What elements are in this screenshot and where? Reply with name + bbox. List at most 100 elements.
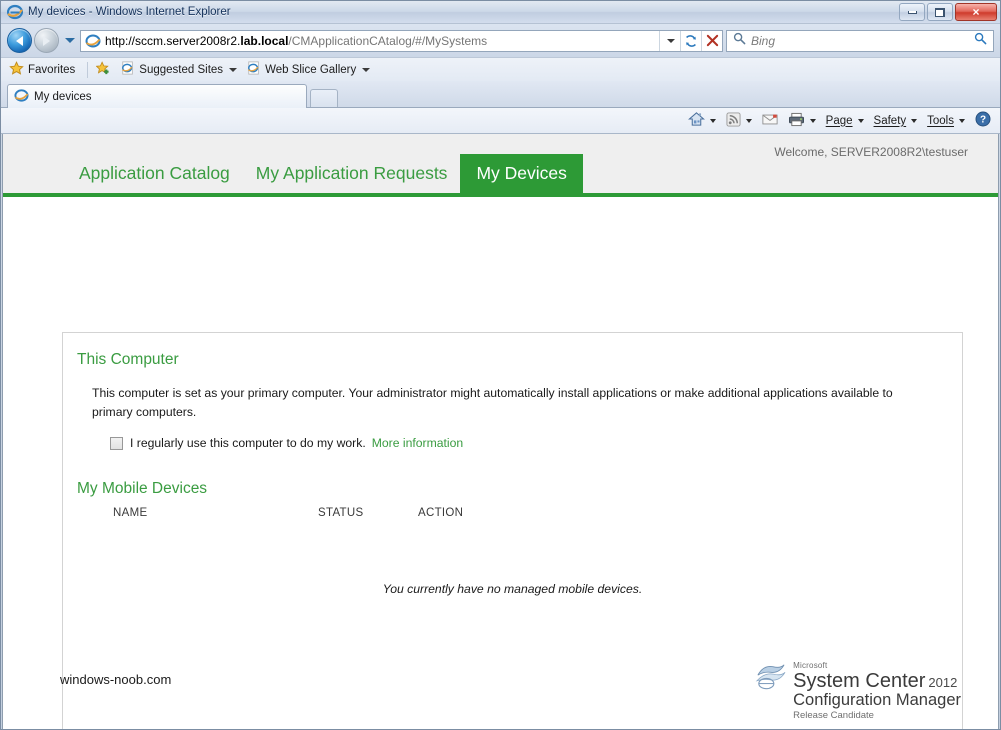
home-icon — [687, 111, 705, 130]
navigation-bar: http://sccm.server2008r2.lab.local/CMApp… — [1, 24, 1000, 57]
safety-menu-label: Safety — [873, 114, 907, 127]
chevron-down-icon — [745, 118, 752, 123]
back-arrow-icon — [16, 35, 23, 46]
more-information-link[interactable]: More information — [372, 436, 463, 450]
address-dropdown-button[interactable] — [659, 30, 680, 51]
browser-tab-label: My devices — [34, 90, 92, 103]
chevron-down-icon — [809, 118, 816, 123]
browser-window: My devices - Windows Internet Explorer × — [0, 0, 1001, 730]
back-button[interactable] — [7, 28, 32, 53]
tab-label: Application Catalog — [79, 162, 230, 183]
restore-button[interactable] — [927, 3, 953, 21]
suggested-sites-button[interactable]: Suggested Sites — [121, 61, 238, 78]
chevron-down-icon — [959, 118, 965, 123]
forward-button[interactable] — [34, 28, 59, 53]
web-slice-gallery-button[interactable]: Web Slice Gallery — [247, 61, 371, 78]
tab-my-application-requests[interactable]: My Application Requests — [243, 154, 461, 193]
close-button[interactable]: × — [955, 3, 997, 21]
brand-line-1: System Center — [793, 670, 926, 692]
title-bar: My devices - Windows Internet Explorer × — [1, 1, 1000, 24]
favorites-button[interactable]: Favorites — [9, 60, 75, 79]
add-favorite-icon — [95, 60, 111, 79]
url-protocol-host: http://sccm.server2008r2. — [105, 33, 241, 48]
feeds-button[interactable] — [721, 110, 757, 132]
internet-explorer-icon — [121, 61, 135, 78]
chevron-down-icon — [857, 118, 864, 123]
star-icon — [9, 60, 24, 79]
divider — [87, 61, 89, 78]
microsoft-label: Microsoft — [793, 661, 828, 670]
primary-computer-checkbox-label: I regularly use this computer to do my w… — [130, 435, 366, 450]
empty-state-message: You currently have no managed mobile dev… — [382, 581, 643, 596]
refresh-icon — [686, 34, 696, 47]
internet-explorer-icon — [14, 88, 29, 106]
home-button[interactable] — [683, 110, 721, 132]
column-header-name: NAME — [113, 506, 148, 519]
suggested-sites-label: Suggested Sites — [139, 63, 224, 76]
primary-computer-checkbox[interactable] — [110, 436, 123, 450]
search-box[interactable]: Bing — [726, 29, 994, 52]
chevron-down-icon — [911, 118, 918, 123]
tools-menu-label: Tools — [927, 114, 954, 127]
web-slice-gallery-label: Web Slice Gallery — [265, 63, 357, 76]
help-button[interactable]: ? — [970, 110, 996, 132]
minimize-icon — [907, 10, 917, 14]
chevron-down-icon — [709, 118, 716, 123]
browser-tab-my-devices[interactable]: My devices — [7, 84, 307, 108]
mobile-devices-table: NAME STATUS ACTION You currently have no… — [63, 507, 962, 596]
stop-button[interactable] — [701, 30, 722, 51]
add-to-favorites-bar-button[interactable] — [95, 60, 111, 79]
welcome-text: Welcome, SERVER2008R2\testuser — [774, 145, 968, 159]
print-button[interactable] — [783, 110, 821, 132]
search-icon — [733, 32, 746, 50]
minimize-button[interactable] — [899, 3, 925, 21]
tab-my-devices[interactable]: My Devices — [460, 153, 583, 193]
search-input[interactable]: Bing — [751, 34, 974, 48]
column-header-action: ACTION — [418, 506, 464, 519]
page-menu-label: Page — [825, 114, 853, 127]
primary-computer-checkbox-row: I regularly use this computer to do my w… — [110, 436, 962, 450]
chevron-down-icon — [362, 67, 371, 72]
column-header-status: STATUS — [318, 506, 364, 519]
print-icon — [788, 112, 805, 130]
help-icon: ? — [975, 111, 991, 130]
safety-menu-button[interactable]: Safety — [869, 110, 923, 132]
read-mail-button[interactable] — [757, 110, 783, 132]
system-center-swoosh-icon — [755, 662, 787, 697]
address-bar[interactable]: http://sccm.server2008r2.lab.local/CMApp… — [80, 29, 723, 52]
url-path: /CMApplicationCAtalog/#/MySystems — [288, 33, 488, 48]
brand-year: 2012 — [928, 675, 958, 690]
restore-icon — [935, 7, 945, 17]
chevron-down-icon — [667, 38, 675, 43]
search-submit-icon[interactable] — [974, 32, 987, 50]
favorites-bar: Favorites Suggested Sites Web Slice Gall… — [1, 57, 1000, 81]
chevron-down-icon — [65, 38, 75, 43]
internet-explorer-icon — [247, 61, 261, 78]
tab-label: My Application Requests — [255, 162, 448, 183]
recent-pages-dropdown[interactable] — [63, 38, 77, 43]
forward-arrow-icon — [43, 35, 50, 46]
address-bar-url: http://sccm.server2008r2.lab.local/CMApp… — [105, 34, 659, 48]
window-title: My devices - Windows Internet Explorer — [28, 6, 231, 18]
tab-application-catalog[interactable]: Application Catalog — [66, 154, 243, 193]
tools-menu-button[interactable]: Tools — [922, 110, 970, 132]
close-icon: × — [972, 5, 980, 19]
this-computer-heading: This Computer — [77, 351, 179, 368]
system-center-label: System Center 2012 — [793, 671, 961, 691]
system-center-brand-logo: Microsoft System Center 2012 Configuratio… — [755, 662, 961, 720]
tab-label: My Devices — [476, 162, 567, 183]
page-content: Welcome, SERVER2008R2\testuser Applicati… — [2, 134, 999, 729]
new-tab-button[interactable] — [310, 89, 338, 108]
page-favicon-icon — [85, 33, 101, 49]
tab-strip: My devices — [1, 81, 1000, 108]
site-footer-text: windows-noob.com — [60, 672, 172, 687]
refresh-button[interactable] — [680, 30, 701, 51]
system-center-wordmark: Microsoft System Center 2012 Configuratio… — [793, 662, 961, 720]
feeds-icon — [726, 111, 741, 130]
app-header: Welcome, SERVER2008R2\testuser Applicati… — [3, 134, 998, 197]
chevron-down-icon — [229, 67, 238, 72]
window-controls: × — [899, 3, 997, 21]
page-menu-button[interactable]: Page — [821, 110, 869, 132]
internet-explorer-icon — [6, 4, 24, 20]
release-candidate-label: Release Candidate — [793, 709, 874, 721]
